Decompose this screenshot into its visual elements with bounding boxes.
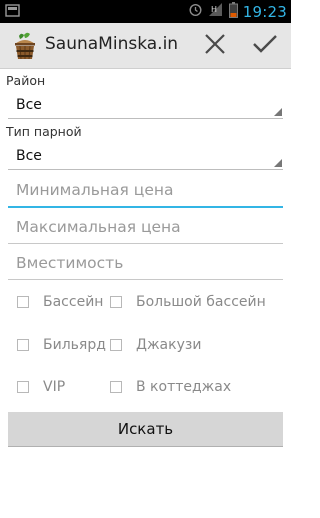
spinner-arrow-icon bbox=[274, 159, 282, 167]
checkbox-box[interactable] bbox=[17, 339, 29, 351]
min-price-field[interactable] bbox=[8, 176, 286, 208]
checkbox-box[interactable] bbox=[17, 381, 29, 393]
alarm-icon bbox=[188, 2, 203, 21]
notification-icon bbox=[5, 3, 21, 19]
checkbox-label: Бассейн bbox=[43, 294, 104, 310]
checkbox-jacuzzi[interactable]: Джакузи bbox=[110, 336, 201, 354]
checkbox-label: VIP bbox=[43, 379, 66, 395]
no-signal-icon: H bbox=[208, 2, 224, 21]
checkbox-label: Бильярд bbox=[43, 337, 106, 353]
spinner-arrow-icon bbox=[274, 108, 282, 116]
steam-room-type-spinner[interactable]: Все bbox=[8, 145, 283, 170]
checkbox-box[interactable] bbox=[110, 339, 122, 351]
capacity-field[interactable] bbox=[8, 249, 286, 280]
app-title: SaunaMinska.in… bbox=[45, 34, 180, 54]
checkbox-billiards[interactable]: Бильярд bbox=[17, 336, 106, 354]
close-button[interactable] bbox=[193, 23, 237, 68]
svg-text:H: H bbox=[211, 5, 217, 14]
battery-icon bbox=[228, 1, 238, 22]
close-icon bbox=[204, 33, 226, 59]
checkbox-large-pool[interactable]: Большой бассейн bbox=[110, 293, 266, 311]
steam-room-type-label: Тип парной bbox=[6, 124, 82, 139]
checkbox-label: Большой бассейн bbox=[136, 294, 266, 310]
checkbox-box[interactable] bbox=[17, 296, 29, 308]
capacity-input[interactable] bbox=[8, 249, 286, 277]
checkbox-label: В коттеджах bbox=[136, 379, 232, 395]
checkbox-box[interactable] bbox=[110, 296, 122, 308]
checkbox-pool[interactable]: Бассейн bbox=[17, 293, 103, 311]
checkbox-vip[interactable]: VIP bbox=[17, 378, 65, 396]
district-value: Все bbox=[16, 97, 42, 113]
checkbox-box[interactable] bbox=[110, 381, 122, 393]
status-bar: H 19:23 bbox=[0, 0, 291, 23]
checkbox-label: Джакузи bbox=[136, 337, 202, 353]
max-price-field[interactable] bbox=[8, 213, 286, 244]
action-bar: SaunaMinska.in… bbox=[0, 23, 291, 69]
max-price-input[interactable] bbox=[8, 213, 286, 241]
confirm-button[interactable] bbox=[243, 23, 287, 68]
check-icon bbox=[252, 33, 278, 59]
district-label: Район bbox=[6, 73, 46, 88]
district-spinner[interactable]: Все bbox=[8, 94, 283, 119]
steam-room-type-value: Все bbox=[16, 148, 42, 164]
search-button[interactable]: Искать bbox=[8, 412, 283, 447]
status-time: 19:23 bbox=[242, 2, 287, 21]
app-logo-icon[interactable] bbox=[10, 31, 40, 61]
checkbox-cottages[interactable]: В коттеджах bbox=[110, 378, 231, 396]
min-price-input[interactable] bbox=[8, 176, 286, 204]
